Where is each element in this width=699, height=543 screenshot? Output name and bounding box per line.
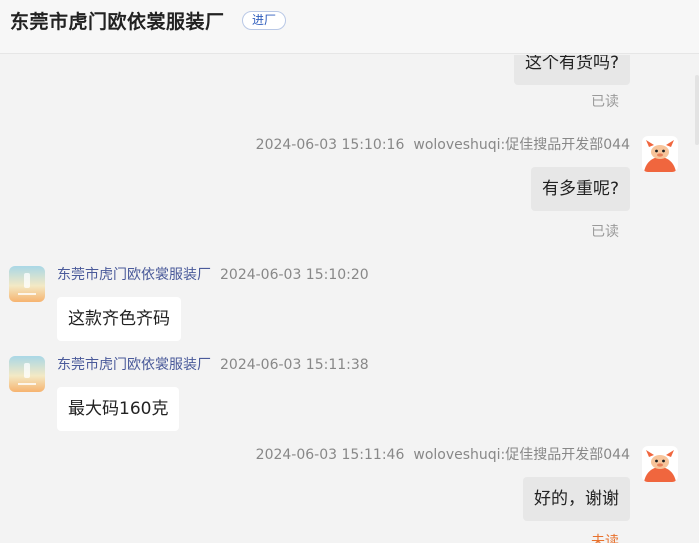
chat-header: 东莞市虎门欧依裳服装厂 进厂 [0, 0, 699, 54]
enter-shop-button[interactable]: 进厂 [242, 11, 287, 30]
message-meta: 2024-06-03 15:11:46 woloveshuqi:促佳搜品开发部04… [256, 446, 630, 464]
message-bubble: 这款齐色齐码 [57, 297, 181, 341]
message-bubble: 好的，谢谢 [523, 477, 630, 521]
shop-name-title: 东莞市虎门欧依裳服装厂 [10, 11, 225, 33]
message-bubble: 有多重呢? [530, 167, 630, 211]
message-time: 2024-06-03 15:11:46 [255, 447, 405, 463]
read-status: 已读 [591, 94, 619, 110]
scrollbar[interactable] [695, 75, 699, 145]
message-time: 2024-06-03 15:11:38 [220, 357, 369, 373]
message-list[interactable]: 这个有货吗? 已读 2024-06-03 15:10:16 woloveshuqi… [0, 55, 699, 543]
shop-avatar-icon[interactable] [9, 356, 45, 392]
message-meta: 东莞市虎门欧依裳服装厂 2024-06-03 15:10:20 [57, 266, 369, 284]
sender-name: 东莞市虎门欧依裳服装厂 [57, 357, 211, 373]
shop-avatar-icon[interactable] [9, 266, 45, 302]
unread-status: 未读 [591, 534, 619, 543]
message-meta: 2024-06-03 15:10:16 woloveshuqi:促佳搜品开发部04… [256, 136, 630, 154]
mascot-avatar-icon[interactable] [642, 446, 678, 482]
message-meta: 东莞市虎门欧依裳服装厂 2024-06-03 15:11:38 [57, 356, 369, 374]
message-bubble: 这个有货吗? [513, 55, 630, 85]
message-time: 2024-06-03 15:10:20 [220, 267, 369, 283]
sender-name: woloveshuqi:促佳搜品开发部044 [413, 137, 630, 153]
sender-name: 东莞市虎门欧依裳服装厂 [57, 267, 211, 283]
mascot-avatar-icon[interactable] [642, 136, 678, 172]
sender-name: woloveshuqi:促佳搜品开发部044 [413, 447, 630, 463]
message-time: 2024-06-03 15:10:16 [255, 137, 405, 153]
message-bubble: 最大码160克 [57, 387, 180, 431]
read-status: 已读 [591, 224, 619, 240]
